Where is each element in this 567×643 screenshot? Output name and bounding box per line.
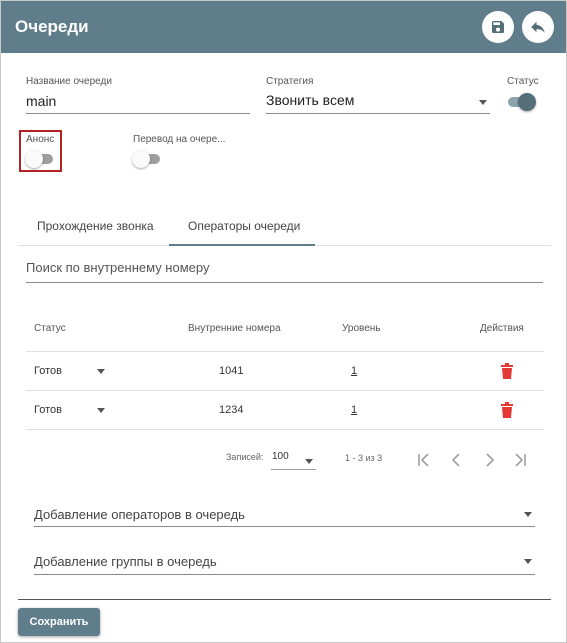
row-status-select[interactable]: Готов (34, 365, 62, 377)
add-group-underline (34, 574, 535, 575)
last-page-icon[interactable] (512, 452, 528, 468)
add-group-select[interactable]: Добавление группы в очередь (34, 554, 217, 569)
page-title: Очереди (15, 17, 89, 36)
queue-name-label: Название очереди (26, 76, 112, 87)
strategy-dropdown-icon[interactable] (479, 100, 487, 105)
save-button[interactable]: Сохранить (18, 608, 100, 636)
transfer-label: Перевод на очере... (133, 134, 226, 145)
per-page-underline (271, 469, 316, 470)
records-label: Записей: (226, 452, 264, 462)
col-header-actions: Действия (480, 323, 524, 334)
chevron-down-icon[interactable] (524, 559, 532, 564)
search-underline (26, 282, 543, 283)
row-divider (26, 429, 544, 430)
trash-icon[interactable] (500, 402, 514, 418)
next-page-icon[interactable] (481, 452, 497, 468)
transfer-toggle[interactable] (132, 150, 162, 168)
chevron-down-icon[interactable] (305, 459, 313, 464)
first-page-icon[interactable] (416, 452, 432, 468)
range-label: 1 - 3 из 3 (345, 453, 383, 463)
row-number: 1041 (219, 365, 244, 377)
col-header-level: Уровень (342, 323, 381, 334)
row-level-link[interactable]: 1 (351, 404, 357, 416)
row-level-link[interactable]: 1 (351, 365, 357, 377)
row-divider (26, 390, 544, 391)
strategy-underline (266, 113, 490, 114)
search-input[interactable]: Поиск по внутреннему номеру (26, 260, 209, 275)
status-label: Статус (507, 76, 539, 87)
table-header-divider (26, 351, 544, 352)
active-tab-indicator (169, 244, 315, 246)
prev-page-icon[interactable] (449, 452, 465, 468)
chevron-down-icon[interactable] (97, 408, 105, 413)
save-button-label: Сохранить (29, 616, 89, 628)
footer-divider (18, 599, 551, 600)
chevron-down-icon[interactable] (97, 369, 105, 374)
reply-arrow-icon (531, 21, 545, 33)
floppy-disk-icon (492, 21, 504, 33)
row-status-select[interactable]: Готов (34, 404, 62, 416)
chevron-down-icon[interactable] (524, 512, 532, 517)
strategy-label: Стратегия (266, 76, 314, 87)
save-header-button[interactable] (482, 11, 514, 43)
strategy-select[interactable]: Звонить всем (266, 92, 354, 108)
col-header-numbers: Внутренние номера (188, 323, 281, 334)
announce-toggle[interactable] (25, 150, 55, 168)
per-page-select[interactable]: 100 (272, 451, 289, 462)
trash-icon[interactable] (500, 363, 514, 379)
queue-window: Очереди Название очереди main Стратегия … (0, 0, 567, 643)
add-operators-select[interactable]: Добавление операторов в очередь (34, 507, 245, 522)
announce-label: Анонс (26, 134, 55, 145)
tab-call-flow[interactable]: Прохождение звонка (37, 219, 154, 233)
add-operators-underline (34, 526, 535, 527)
back-button[interactable] (522, 11, 554, 43)
header-bar: Очереди (1, 1, 566, 53)
col-header-status: Статус (34, 323, 66, 334)
queue-name-input[interactable]: main (26, 93, 56, 109)
status-toggle[interactable] (506, 93, 536, 111)
row-number: 1234 (219, 404, 244, 416)
queue-name-underline (26, 113, 250, 114)
tab-queue-operators[interactable]: Операторы очереди (188, 219, 300, 233)
